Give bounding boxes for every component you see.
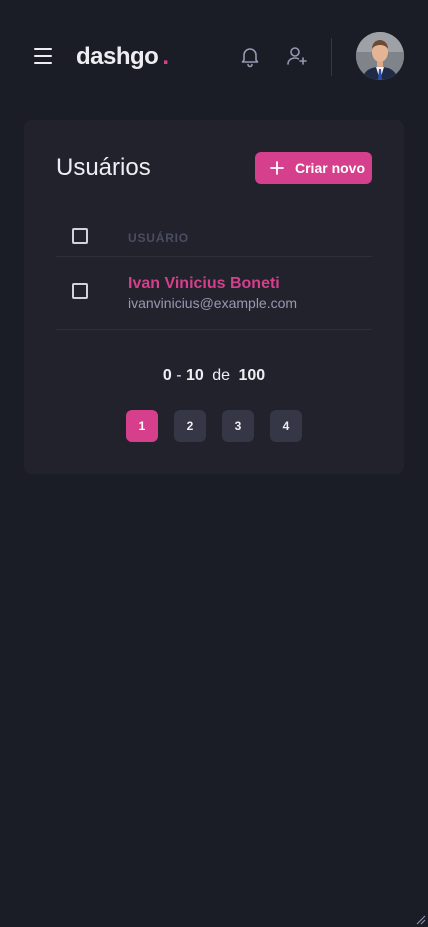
user-plus-icon[interactable] bbox=[285, 44, 309, 68]
page-button-3[interactable]: 3 bbox=[222, 410, 254, 442]
table-divider bbox=[56, 256, 372, 257]
pagination-from: 0 bbox=[162, 367, 172, 384]
header: dashgo. bbox=[0, 0, 428, 112]
page-button-4[interactable]: 4 bbox=[270, 410, 302, 442]
user-name-link[interactable]: Ivan Vinicius Boneti bbox=[128, 274, 280, 294]
table-divider bbox=[56, 329, 372, 330]
logo: dashgo. bbox=[76, 42, 169, 72]
select-all-checkbox[interactable] bbox=[72, 228, 88, 244]
pagination-of: de bbox=[212, 367, 231, 384]
page-button-1[interactable]: 1 bbox=[126, 410, 158, 442]
pagination-to: 10 bbox=[185, 367, 204, 384]
avatar[interactable] bbox=[356, 32, 404, 80]
bell-icon[interactable] bbox=[238, 44, 262, 68]
create-new-button[interactable]: Criar novo bbox=[255, 152, 372, 184]
plus-icon bbox=[270, 161, 284, 175]
header-divider bbox=[331, 38, 332, 76]
create-new-label: Criar novo bbox=[295, 160, 366, 176]
pagination-info: 0 - 10 de 100 bbox=[162, 367, 266, 384]
page-title: Usuários bbox=[56, 154, 151, 181]
logo-text: dashgo bbox=[76, 43, 159, 70]
resize-grip-icon[interactable] bbox=[414, 913, 426, 925]
column-header-user: USUÁRIO bbox=[128, 231, 189, 245]
users-card: Usuários Criar novo USUÁRIO Ivan Viniciu… bbox=[24, 120, 404, 474]
page-button-2[interactable]: 2 bbox=[174, 410, 206, 442]
menu-icon[interactable] bbox=[32, 44, 56, 68]
logo-dot: . bbox=[162, 43, 169, 70]
row-checkbox[interactable] bbox=[72, 283, 88, 299]
pagination: 1 2 3 4 bbox=[126, 410, 302, 442]
user-email: ivanvinicius@example.com bbox=[128, 295, 298, 311]
pagination-total: 100 bbox=[238, 367, 266, 384]
